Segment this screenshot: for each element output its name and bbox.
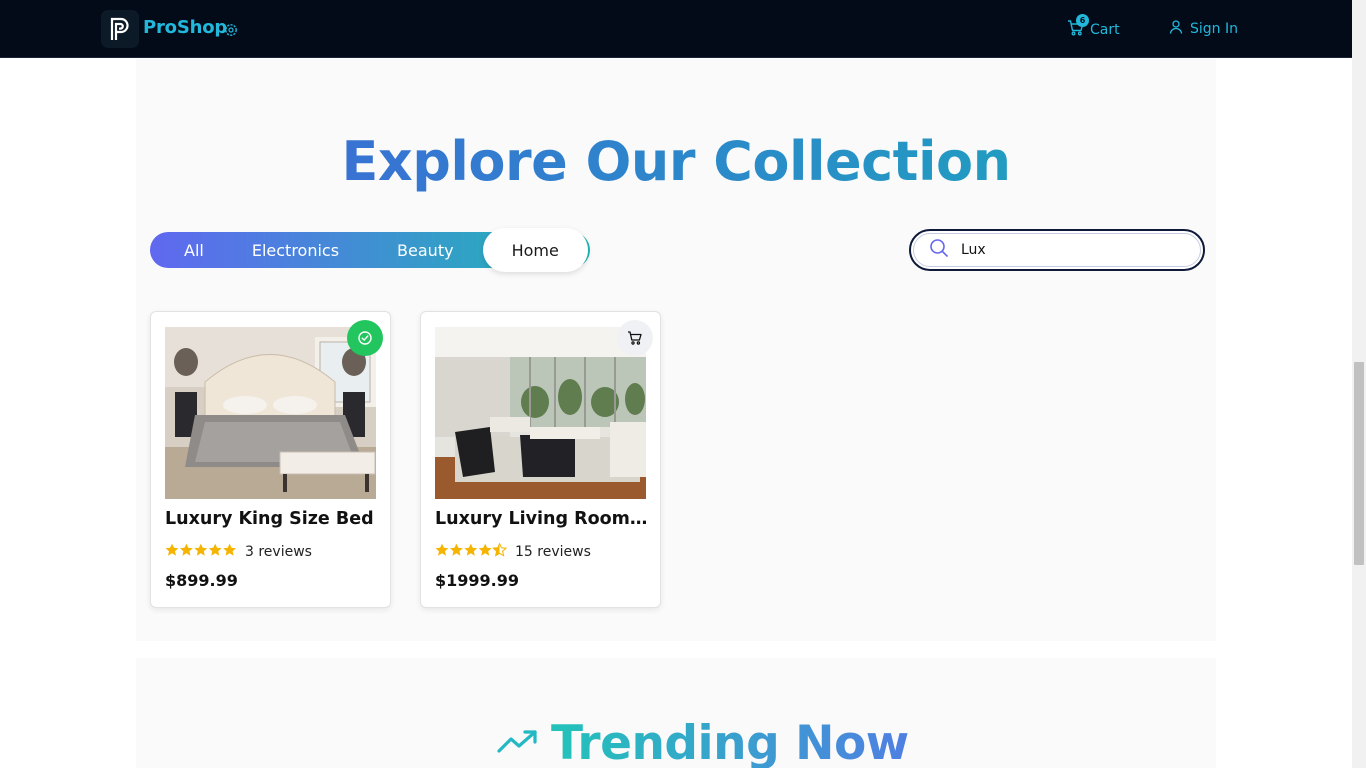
sign-in-label: Sign In bbox=[1190, 21, 1238, 37]
settings-badge-icon bbox=[224, 22, 238, 41]
product-card[interactable]: Luxury Living Room Collection 15 reviews… bbox=[420, 311, 661, 608]
product-title[interactable]: Luxury Living Room Collection bbox=[435, 509, 649, 529]
cart-icon bbox=[628, 331, 642, 345]
review-count[interactable]: 3 reviews bbox=[245, 544, 312, 560]
trending-heading: Trending Now bbox=[551, 716, 909, 768]
sign-in-link[interactable]: Sign In bbox=[1168, 19, 1238, 39]
brand-logo-icon[interactable] bbox=[101, 10, 139, 48]
trending-heading-wrap: Trending Now bbox=[497, 716, 909, 768]
product-card[interactable]: Luxury King Size Bed 3 reviews $899.99 bbox=[150, 311, 391, 608]
product-rating: 3 reviews bbox=[165, 542, 312, 561]
tab-electronics[interactable]: Electronics bbox=[218, 232, 368, 268]
trending-up-icon bbox=[497, 729, 539, 759]
collection-heading: Explore Our Collection bbox=[136, 130, 1216, 193]
product-image-bed[interactable] bbox=[165, 327, 376, 499]
search-box bbox=[909, 229, 1205, 271]
cart-label: Cart bbox=[1090, 22, 1120, 38]
search-icon bbox=[929, 238, 949, 262]
product-price: $899.99 bbox=[165, 571, 238, 590]
tab-home[interactable]: Home bbox=[482, 228, 588, 272]
cart-count-badge: 6 bbox=[1076, 14, 1089, 27]
stars-icon bbox=[165, 542, 237, 561]
add-to-cart-button[interactable] bbox=[617, 320, 653, 356]
top-navbar: ProShop Cart 6 Sign In bbox=[0, 0, 1352, 58]
page-scrollbar-thumb[interactable] bbox=[1354, 362, 1364, 565]
brand-name[interactable]: ProShop bbox=[143, 17, 227, 38]
cart-link[interactable]: Cart bbox=[1067, 19, 1120, 41]
user-icon bbox=[1168, 19, 1184, 39]
review-count[interactable]: 15 reviews bbox=[515, 544, 591, 560]
product-price: $1999.99 bbox=[435, 571, 520, 590]
category-tabs: All Electronics Beauty Home bbox=[150, 228, 590, 272]
product-image-living-room[interactable] bbox=[435, 327, 646, 499]
tab-beauty[interactable]: Beauty bbox=[368, 232, 483, 268]
search-input[interactable] bbox=[961, 242, 1181, 258]
product-title[interactable]: Luxury King Size Bed bbox=[165, 509, 379, 529]
check-circle-icon bbox=[358, 331, 372, 345]
product-rating: 15 reviews bbox=[435, 542, 591, 561]
tab-all[interactable]: All bbox=[165, 232, 218, 268]
stars-icon bbox=[435, 542, 508, 561]
in-cart-badge[interactable] bbox=[347, 320, 383, 356]
